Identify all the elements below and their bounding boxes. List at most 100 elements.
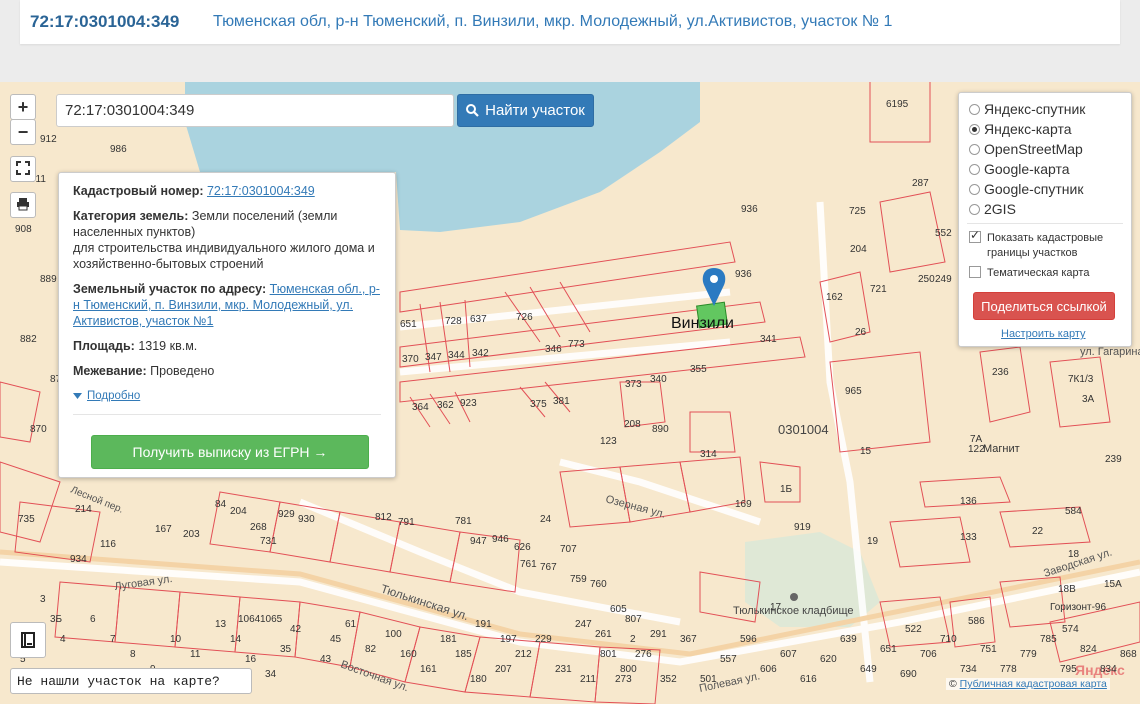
parcel-number-label: 123 <box>600 436 617 447</box>
parcel-number-label: 522 <box>905 624 922 635</box>
parcel-number-label: 342 <box>472 348 489 359</box>
parcel-number-label: 355 <box>690 364 707 375</box>
parcel-number-label: 761 <box>520 559 537 570</box>
parcel-number-label: 203 <box>183 529 200 540</box>
layer-option-osm[interactable]: OpenStreetMap <box>969 141 1083 157</box>
parcel-number-label: 239 <box>1105 454 1122 465</box>
thematic-checkbox[interactable] <box>969 266 981 278</box>
not-found-link[interactable]: Не нашли участок на карте? <box>10 668 252 694</box>
radio-osm[interactable] <box>969 143 980 155</box>
layer-option-google-map[interactable]: Google-карта <box>969 161 1070 177</box>
book-icon <box>21 632 35 648</box>
parcel-number-label: 607 <box>780 649 797 660</box>
configure-map-link[interactable]: Настроить карту <box>1001 328 1086 340</box>
parcel-number-label: 276 <box>635 649 652 660</box>
parcel-number-label: 191 <box>475 619 492 630</box>
parcel-number-label: 721 <box>870 284 887 295</box>
parcel-number-label: 197 <box>500 634 517 645</box>
attribution-link[interactable]: Публичная кадастровая карта <box>960 678 1107 690</box>
parcel-number-label: 204 <box>230 506 247 517</box>
parcel-number-label: 781 <box>455 516 472 527</box>
parcel-number-label: 370 <box>402 354 419 365</box>
radio-yandex-map[interactable] <box>969 123 980 135</box>
parcel-number-label: 779 <box>1020 649 1037 660</box>
parcel-number-label: 161 <box>420 664 437 675</box>
radio-yandex-satellite[interactable] <box>969 103 980 115</box>
get-egrn-button[interactable]: Получить выписку из ЕГРН → <box>91 435 369 469</box>
zoom-in-button[interactable]: + <box>10 94 36 120</box>
attribution: © Публичная кадастровая карта <box>946 678 1110 690</box>
layer-option-yandex-map[interactable]: Яндекс-карта <box>969 121 1071 137</box>
parcel-number-label: 84 <box>215 499 227 510</box>
info-category-label: Категория земель: <box>73 209 189 223</box>
show-cadastral-label: Показать кадастровые границы участков <box>987 232 1104 259</box>
parcel-number-label: 207 <box>495 664 512 675</box>
fullscreen-icon <box>16 161 30 175</box>
parcel-number-label: 3 <box>40 594 46 605</box>
parcel-number-label: 1Б <box>780 484 793 495</box>
parcel-number-label: 868 <box>1120 649 1137 660</box>
parcel-number-label: 82 <box>365 644 377 655</box>
parcel-number-label: 930 <box>298 514 315 525</box>
parcel-number-label: 347 <box>425 352 442 363</box>
info-purpose: для строительства индивидуального жилого… <box>73 241 375 271</box>
layer-option-google-satellite[interactable]: Google-спутник <box>969 181 1083 197</box>
parcel-number-label: 8 <box>130 649 136 660</box>
parcel-number-label: 212 <box>515 649 532 660</box>
show-cadastral-checkbox[interactable] <box>969 228 981 243</box>
find-parcel-button[interactable]: Найти участок <box>457 94 594 127</box>
parcel-number-label: 381 <box>553 396 570 407</box>
parcel-number-label: 15 <box>860 446 872 457</box>
map-label-quarter: 0301004 <box>778 422 829 437</box>
layer-label: Google-спутник <box>984 181 1084 197</box>
details-link[interactable]: Подробно <box>87 388 140 404</box>
parcel-number-label: 751 <box>980 644 997 655</box>
details-toggle[interactable]: Подробно <box>73 388 381 404</box>
show-cadastral-toggle[interactable]: Показать кадастровые границы участков <box>969 228 1119 261</box>
map-canvas[interactable]: Винзили 0301004 Тюлькинское кладбище Тюл… <box>0 82 1140 704</box>
info-survey-row: Межевание: Проведено <box>73 363 381 379</box>
parcel-number-label: 637 <box>470 314 487 325</box>
layer-option-yandex-satellite[interactable]: Яндекс-спутник <box>969 101 1085 117</box>
parcel-number-label: 10 <box>170 634 182 645</box>
zoom-out-button[interactable]: − <box>10 119 36 145</box>
parcel-number-label: 43 <box>320 654 332 665</box>
parcel-number-label: 584 <box>1065 506 1082 517</box>
caret-down-icon <box>73 393 82 399</box>
parcel-number-label: 596 <box>740 634 757 645</box>
parcel-number-label: 181 <box>440 634 457 645</box>
parcel-number-label: 18 <box>1068 549 1080 560</box>
parcel-number-label: 167 <box>155 524 172 535</box>
parcel-number-label: 268 <box>250 522 267 533</box>
parcel-number-label: 364 <box>412 402 429 413</box>
map-label-gorizont: Горизонт-96 <box>1050 602 1106 613</box>
parcel-number-label: 344 <box>448 350 465 361</box>
radio-google-satellite[interactable] <box>969 183 980 195</box>
find-parcel-label: Найти участок <box>485 102 585 119</box>
print-button[interactable] <box>10 192 36 218</box>
layer-option-2gis[interactable]: 2GIS <box>969 201 1016 217</box>
parcel-number-label: 18В <box>1058 584 1076 595</box>
parcel-number-label: 923 <box>460 398 477 409</box>
radio-2gis[interactable] <box>969 203 980 215</box>
thematic-toggle[interactable]: Тематическая карта <box>969 266 1089 281</box>
radio-google-map[interactable] <box>969 163 980 175</box>
parcel-number-label: 759 <box>570 574 587 585</box>
info-area-row: Площадь: 1319 кв.м. <box>73 338 381 354</box>
parcel-number-label: 586 <box>968 616 985 627</box>
fullscreen-button[interactable] <box>10 156 36 182</box>
search-icon <box>466 104 479 117</box>
parcel-number-label: 19 <box>867 536 879 547</box>
parcel-number-label: 6195 <box>886 99 909 110</box>
search-input[interactable] <box>56 94 454 127</box>
share-link-button[interactable]: Поделиться ссылкой <box>973 292 1115 320</box>
parcel-number-label: 908 <box>15 224 32 235</box>
info-cadastral-link[interactable]: 72:17:0301004:349 <box>207 184 315 198</box>
parcel-number-label: 340 <box>650 374 667 385</box>
parcel-number-label: 773 <box>568 339 585 350</box>
parcel-number-label: 912 <box>40 134 57 145</box>
legend-button[interactable] <box>10 622 46 658</box>
parcel-number-label: 1064 <box>238 614 261 625</box>
parcel-number-label: 552 <box>935 228 952 239</box>
parcel-number-label: 231 <box>555 664 572 675</box>
